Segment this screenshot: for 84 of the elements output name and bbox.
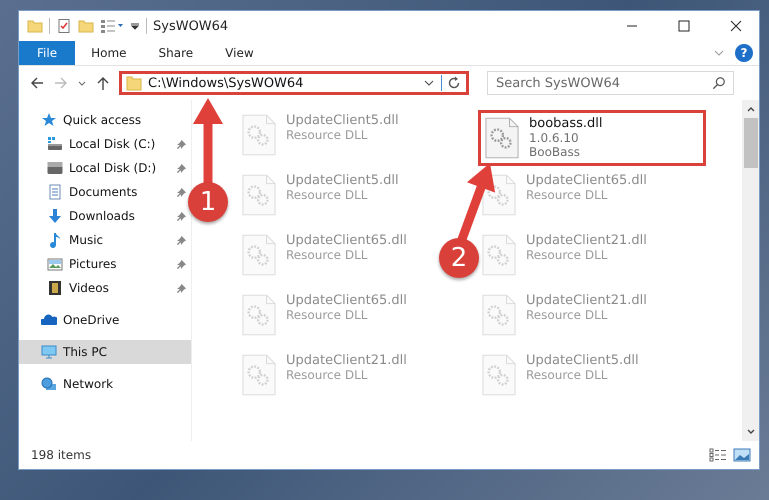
ribbon-tab[interactable]: View: [209, 41, 270, 65]
cloud-icon: [41, 312, 57, 328]
file-detail: BooBass: [529, 145, 582, 159]
star-icon: [41, 112, 57, 128]
file-detail: Resource DLL: [526, 308, 608, 322]
view-options-icon[interactable]: [100, 18, 124, 34]
music-icon: [47, 232, 63, 248]
gear-file-icon: [242, 353, 276, 397]
file-name: UpdateClient5.dll: [286, 173, 399, 188]
search-icon: [712, 76, 726, 90]
sidebar-item[interactable]: Quick access: [19, 108, 191, 132]
properties-icon[interactable]: [56, 18, 72, 34]
sidebar-item[interactable]: Network: [19, 372, 191, 396]
scrollbar-thumb[interactable]: [744, 118, 758, 168]
file-tile[interactable]: boobass.dll 1.0.6.10 BooBass: [478, 110, 706, 166]
file-name: UpdateClient5.dll: [286, 113, 399, 128]
large-icons-view-icon[interactable]: [733, 448, 751, 462]
gear-file-icon: [242, 293, 276, 337]
pin-icon[interactable]: [176, 258, 187, 270]
network-icon: [41, 376, 57, 392]
sidebar-item[interactable]: Local Disk (D:): [19, 156, 191, 180]
scrollbar[interactable]: [742, 100, 759, 441]
file-detail: Resource DLL: [526, 368, 608, 382]
details-view-icon[interactable]: [709, 448, 727, 462]
file-detail: Resource DLL: [286, 308, 368, 322]
file-detail: Resource DLL: [286, 248, 368, 262]
up-icon[interactable]: [95, 75, 111, 91]
gear-file-icon: [242, 113, 276, 157]
gear-file-icon: [482, 353, 516, 397]
sidebar-item[interactable]: This PC: [19, 340, 191, 364]
search-field[interactable]: Search SysWOW64: [487, 71, 734, 95]
pin-icon[interactable]: [176, 186, 187, 198]
drive-icon: [47, 160, 63, 176]
pin-icon[interactable]: [176, 282, 187, 294]
file-detail: Resource DLL: [526, 188, 608, 202]
gear-file-icon: [242, 173, 276, 217]
back-icon[interactable]: [29, 75, 45, 91]
sidebar-item[interactable]: Downloads: [19, 204, 191, 228]
pin-icon[interactable]: [176, 234, 187, 246]
file-detail: 1.0.6.10: [529, 131, 580, 145]
video-icon: [47, 280, 63, 296]
new-folder-icon[interactable]: [78, 18, 94, 34]
pc-icon: [41, 344, 57, 360]
file-detail: Resource DLL: [526, 248, 608, 262]
pin-icon[interactable]: [176, 162, 187, 174]
sidebar-item[interactable]: Local Disk (C:): [19, 132, 191, 156]
help-button[interactable]: ?: [735, 44, 753, 62]
ribbon-tab[interactable]: Home: [75, 41, 143, 65]
sidebar-item[interactable]: Pictures: [19, 252, 191, 276]
gear-file-icon: [242, 233, 276, 277]
gear-file-icon: [482, 293, 516, 337]
file-name: UpdateClient5.dll: [526, 353, 639, 368]
sidebar-item[interactable]: OneDrive: [19, 308, 191, 332]
address-path: C:\Windows\SysWOW64: [148, 76, 304, 90]
sidebar-item[interactable]: Music: [19, 228, 191, 252]
file-detail: Resource DLL: [286, 128, 368, 142]
ribbon-tab[interactable]: Share: [142, 41, 210, 65]
file-name: UpdateClient21.dll: [526, 293, 647, 308]
file-detail: Resource DLL: [286, 368, 368, 382]
customize-toolbar-icon[interactable]: [130, 21, 140, 31]
file-name: UpdateClient65.dll: [526, 173, 647, 188]
sidebar-item[interactable]: Videos: [19, 276, 191, 300]
gear-file-icon: [485, 116, 519, 160]
file-name: UpdateClient21.dll: [286, 353, 407, 368]
picture-icon: [47, 256, 63, 272]
pin-icon[interactable]: [176, 138, 187, 150]
sidebar-item[interactable]: Documents: [19, 180, 191, 204]
address-bar[interactable]: C:\Windows\SysWOW64: [119, 71, 469, 95]
ribbon-tab[interactable]: File: [19, 41, 76, 65]
drive-icon: [47, 136, 63, 152]
document-icon: [47, 184, 63, 200]
folder-icon: [126, 75, 142, 91]
file-detail: Resource DLL: [286, 188, 368, 202]
file-name: boobass.dll: [529, 116, 603, 131]
file-name: UpdateClient21.dll: [526, 233, 647, 248]
download-icon: [47, 208, 63, 224]
folder-icon[interactable]: [27, 18, 43, 34]
pin-icon[interactable]: [176, 210, 187, 222]
file-name: UpdateClient65.dll: [286, 293, 407, 308]
gear-file-icon: [482, 233, 516, 277]
item-count: 198 items: [31, 448, 92, 462]
forward-icon[interactable]: [53, 75, 69, 91]
file-name: UpdateClient65.dll: [286, 233, 407, 248]
window-title: SysWOW64: [153, 18, 228, 34]
